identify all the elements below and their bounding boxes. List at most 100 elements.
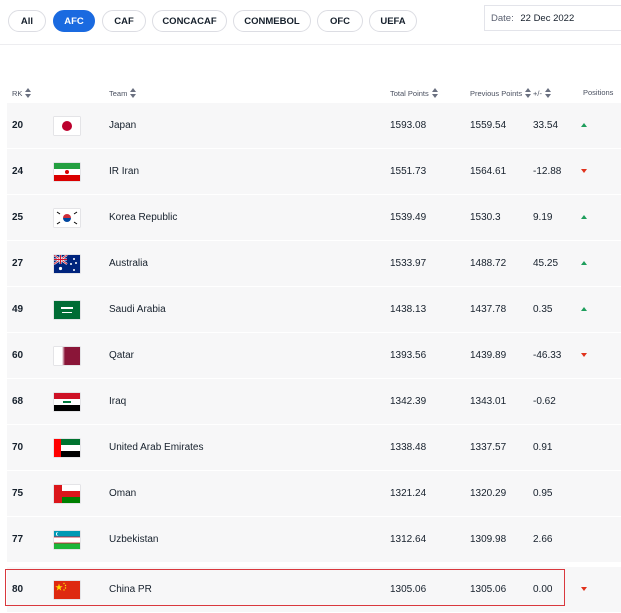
- previous-points: 1320.29: [470, 488, 507, 499]
- rank-value: 60: [12, 350, 24, 361]
- previous-points: 1530.3: [470, 212, 501, 223]
- points-diff: 9.19: [533, 212, 553, 223]
- sort-icon: [130, 88, 137, 98]
- total-points: 1338.48: [390, 442, 427, 453]
- total-points: 1539.49: [390, 212, 427, 223]
- team-name[interactable]: Saudi Arabia: [109, 304, 166, 315]
- header-rank-label: RK: [12, 88, 23, 98]
- team-name[interactable]: China PR: [109, 584, 152, 595]
- table-row[interactable]: 49 Saudi Arabia 1438.13 1437.78 0.35: [7, 287, 621, 333]
- header-team[interactable]: Team: [109, 88, 137, 98]
- table-row[interactable]: 80 China PR 1305.06 1305.06 0.00: [7, 567, 621, 613]
- team-name[interactable]: Uzbekistan: [109, 534, 158, 545]
- header-positions-label: Positions: [583, 88, 614, 97]
- iraq-flag-icon: [54, 393, 80, 411]
- table-row[interactable]: 20 Japan 1593.08 1559.54 33.54: [7, 103, 621, 149]
- rank-value: 77: [12, 534, 24, 545]
- header-previous-points-label: Previous Points: [470, 88, 523, 98]
- uae-flag-icon: [54, 439, 80, 457]
- position-up-icon: [581, 305, 589, 313]
- team-name[interactable]: Australia: [109, 258, 148, 269]
- previous-points: 1488.72: [470, 258, 507, 269]
- previous-points: 1439.89: [470, 350, 507, 361]
- rank-value: 49: [12, 304, 24, 315]
- previous-points: 1564.61: [470, 166, 507, 177]
- divider: [0, 44, 621, 45]
- team-name[interactable]: Korea Republic: [109, 212, 177, 223]
- table-row[interactable]: 24 IR Iran 1551.73 1564.61 -12.88: [7, 149, 621, 195]
- filter-chip-conmebol[interactable]: CONMEBOL: [233, 10, 311, 32]
- team-name[interactable]: United Arab Emirates: [109, 442, 204, 453]
- previous-points: 1343.01: [470, 396, 507, 407]
- total-points: 1393.56: [390, 350, 427, 361]
- points-diff: -46.33: [533, 350, 562, 361]
- header-rank[interactable]: RK: [12, 88, 32, 98]
- filter-chip-concacaf[interactable]: CONCACAF: [152, 10, 227, 32]
- date-selector[interactable]: Date: 22 Dec 2022: [484, 5, 621, 31]
- table-row[interactable]: 70 United Arab Emirates 1338.48 1337.57 …: [7, 425, 621, 471]
- total-points: 1593.08: [390, 120, 427, 131]
- header-positions: Positions: [583, 88, 613, 97]
- header-diff[interactable]: +/-: [533, 88, 552, 98]
- previous-points: 1337.57: [470, 442, 507, 453]
- total-points: 1312.64: [390, 534, 427, 545]
- filter-chip-all[interactable]: All: [8, 10, 46, 32]
- rank-value: 25: [12, 212, 24, 223]
- position-down-icon: [581, 585, 589, 593]
- filter-chip-caf[interactable]: CAF: [102, 10, 146, 32]
- filter-chip-afc[interactable]: AFC: [53, 10, 95, 32]
- points-diff: 0.00: [533, 584, 553, 595]
- rank-value: 24: [12, 166, 24, 177]
- filter-chip-uefa[interactable]: UEFA: [369, 10, 417, 32]
- points-diff: 0.35: [533, 304, 553, 315]
- points-diff: 2.66: [533, 534, 553, 545]
- points-diff: -12.88: [533, 166, 562, 177]
- table-row[interactable]: 25 Korea Republic 1539.49 1530.3 9.19: [7, 195, 621, 241]
- rank-value: 70: [12, 442, 24, 453]
- previous-points: 1559.54: [470, 120, 507, 131]
- rank-value: 80: [12, 584, 24, 595]
- points-diff: 33.54: [533, 120, 559, 131]
- team-name[interactable]: Qatar: [109, 350, 134, 361]
- japan-flag-icon: [54, 117, 80, 135]
- header-previous-points[interactable]: Previous Points: [470, 88, 532, 98]
- position-up-icon: [581, 259, 589, 267]
- total-points: 1551.73: [390, 166, 427, 177]
- position-up-icon: [581, 121, 589, 129]
- rank-value: 20: [12, 120, 24, 131]
- position-down-icon: [581, 167, 589, 175]
- table-row[interactable]: 60 Qatar 1393.56 1439.89 -46.33: [7, 333, 621, 379]
- australia-flag-icon: [54, 255, 80, 273]
- table-row[interactable]: 68 Iraq 1342.39 1343.01 -0.62: [7, 379, 621, 425]
- iran-flag-icon: [54, 163, 80, 181]
- header-total-points[interactable]: Total Points: [390, 88, 439, 98]
- china-flag-icon: [54, 581, 80, 599]
- previous-points: 1309.98: [470, 534, 507, 545]
- table-header: RK Team Total Points Previous Points +/-…: [0, 84, 621, 102]
- table-row[interactable]: 77 Uzbekistan 1312.64 1309.98 2.66: [7, 517, 621, 563]
- points-diff: 45.25: [533, 258, 559, 269]
- previous-points: 1437.78: [470, 304, 507, 315]
- position-up-icon: [581, 213, 589, 221]
- uzbekistan-flag-icon: [54, 531, 80, 549]
- previous-points: 1305.06: [470, 584, 507, 595]
- korea-flag-icon: [54, 209, 80, 227]
- oman-flag-icon: [54, 485, 80, 503]
- total-points: 1533.97: [390, 258, 427, 269]
- points-diff: 0.95: [533, 488, 553, 499]
- qatar-flag-icon: [54, 347, 80, 365]
- rank-value: 68: [12, 396, 24, 407]
- table-row[interactable]: 27 Australia 1533.97 1488.72 45.25: [7, 241, 621, 287]
- date-label: Date:: [491, 13, 514, 24]
- team-name[interactable]: IR Iran: [109, 166, 139, 177]
- table-row[interactable]: 75 Oman 1321.24 1320.29 0.95: [7, 471, 621, 517]
- filter-chip-ofc[interactable]: OFC: [317, 10, 363, 32]
- team-name[interactable]: Japan: [109, 120, 136, 131]
- rank-value: 27: [12, 258, 24, 269]
- team-name[interactable]: Iraq: [109, 396, 126, 407]
- team-name[interactable]: Oman: [109, 488, 136, 499]
- date-value: 22 Dec 2022: [520, 13, 575, 24]
- header-total-points-label: Total Points: [390, 88, 429, 98]
- total-points: 1305.06: [390, 584, 427, 595]
- total-points: 1321.24: [390, 488, 427, 499]
